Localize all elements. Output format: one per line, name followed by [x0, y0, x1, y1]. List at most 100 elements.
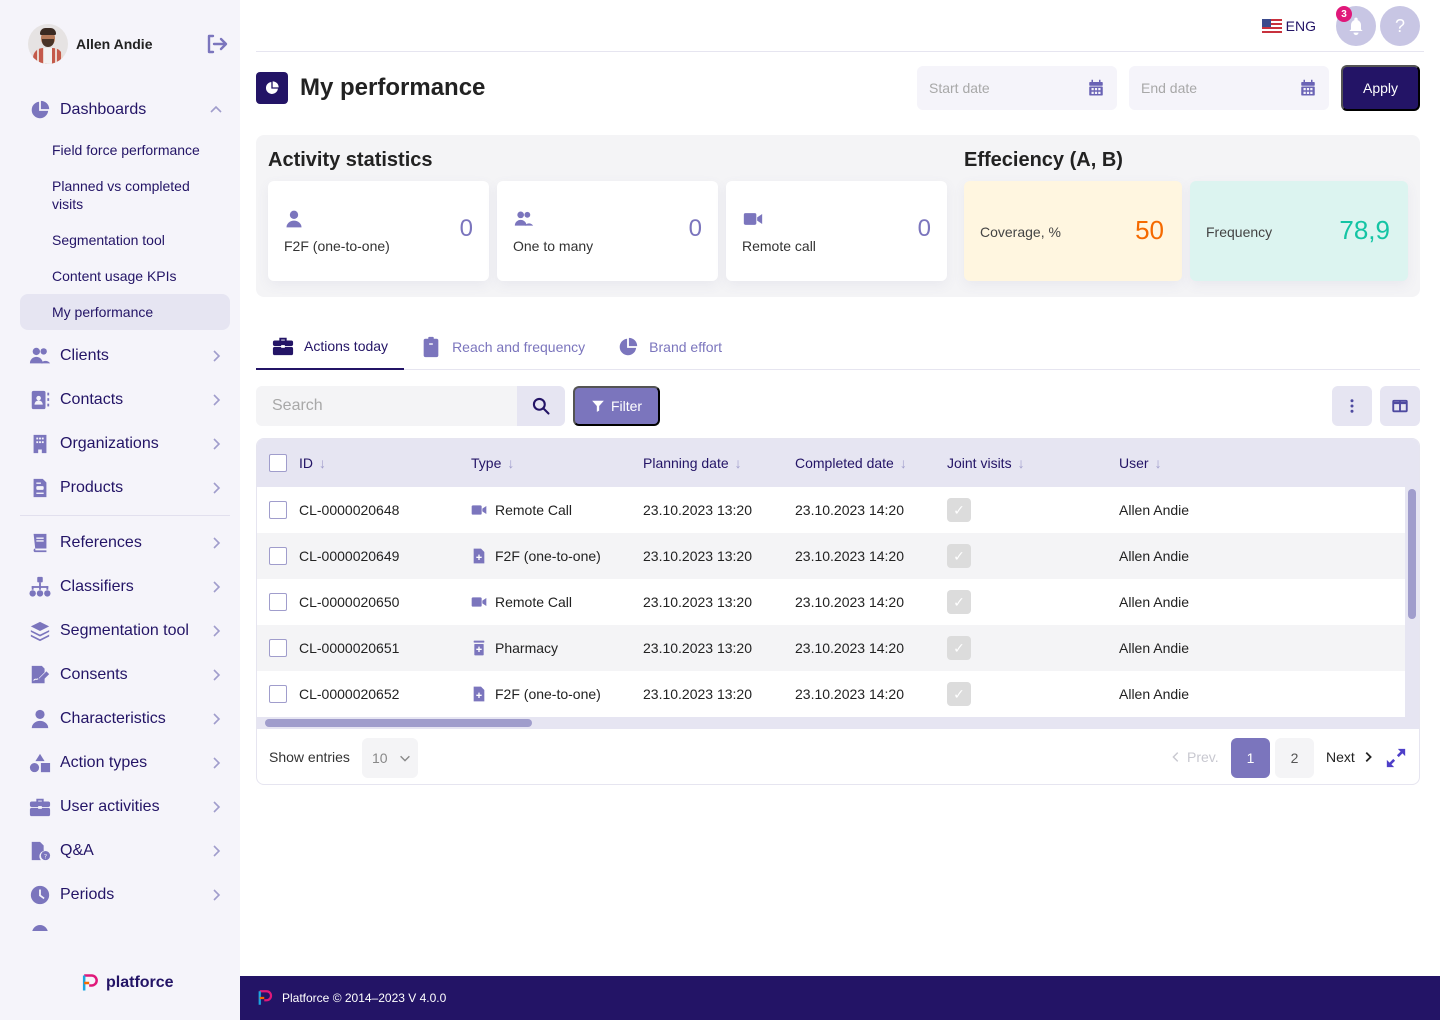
cell-user: Allen Andie — [1119, 548, 1190, 564]
users-icon — [28, 344, 52, 368]
avatar[interactable] — [28, 24, 68, 64]
chevron-up-icon[interactable] — [208, 102, 224, 118]
chevron-right-icon — [208, 799, 224, 815]
sidebar-item-action-types[interactable]: Action types — [20, 741, 230, 785]
cell-completed-date: 23.10.2023 14:20 — [795, 640, 904, 656]
search-input[interactable] — [256, 386, 517, 426]
signature-icon — [28, 663, 52, 687]
sidebar-item-user-activities[interactable]: User activities — [20, 785, 230, 829]
cell-user: Allen Andie — [1119, 686, 1190, 702]
platforce-logo-icon — [82, 974, 98, 991]
row-checkbox[interactable] — [269, 639, 287, 657]
column-header-completed-date[interactable]: Completed date ↓ — [795, 455, 907, 471]
table-footer: Show entries 10 Prev. 1 2 Next — [257, 729, 1419, 784]
more-options-button[interactable] — [1332, 386, 1372, 426]
table-row[interactable]: CL-0000020652 F2F (one-to-one) 23.10.202… — [257, 671, 1419, 717]
table-row[interactable]: CL-0000020648 Remote Call 23.10.2023 13:… — [257, 487, 1419, 533]
help-button[interactable]: ? — [1380, 6, 1420, 46]
sidebar-item-products[interactable]: Products — [20, 466, 230, 510]
cell-joint-visits: ✓ — [947, 533, 971, 579]
apply-button[interactable]: Apply — [1341, 65, 1420, 111]
sidebar-item-dashboards[interactable]: Dashboards — [20, 88, 230, 132]
sidebar-item-classifiers[interactable]: Classifiers — [20, 565, 230, 609]
column-header-type[interactable]: Type ↓ — [471, 455, 514, 471]
sidebar-subitem-field-force-performance[interactable]: Field force performance — [20, 132, 230, 168]
sort-down-icon: ↓ — [1017, 455, 1025, 471]
column-header-joint-visits[interactable]: Joint visits ↓ — [947, 455, 1025, 471]
vertical-scrollbar-thumb[interactable] — [1408, 489, 1416, 619]
prev-page-button[interactable]: Prev. — [1169, 749, 1219, 765]
user-icon — [284, 209, 306, 229]
expand-icon[interactable] — [1385, 747, 1407, 769]
chevron-down-icon — [399, 755, 410, 762]
platforce-logo: platforce — [80, 972, 174, 994]
row-checkbox[interactable] — [269, 685, 287, 703]
stat-value: 0 — [688, 215, 702, 242]
sidebar-item-clients[interactable]: Clients — [20, 334, 230, 378]
row-checkbox[interactable] — [269, 501, 287, 519]
efficiency-card-frequency: Frequency 78,9 — [1190, 181, 1408, 281]
horizontal-scrollbar-thumb[interactable] — [265, 719, 532, 727]
stats-panel: Activity statistics F2F (one-to-one) 0 O… — [256, 135, 1420, 297]
tab-reach-and-frequency[interactable]: Reach and frequency — [404, 324, 601, 370]
activity-statistics-title: Activity statistics — [268, 149, 433, 171]
start-date-input[interactable]: Start date — [917, 66, 1117, 110]
sidebar-item-qa[interactable]: ? Q&A — [20, 829, 230, 873]
briefcase-icon — [28, 795, 52, 819]
sidebar-subitem-segmentation-tool[interactable]: Segmentation tool — [20, 222, 230, 258]
product-doc-icon — [28, 476, 52, 500]
sidebar-item-references[interactable]: References — [20, 521, 230, 565]
column-header-id[interactable]: ID ↓ — [299, 455, 326, 471]
language-selector[interactable]: ENG — [1261, 18, 1316, 34]
cell-completed-date: 23.10.2023 14:20 — [795, 594, 904, 610]
joint-visit-checkbox-checked: ✓ — [947, 544, 971, 568]
calendar-icon[interactable] — [1087, 79, 1105, 97]
joint-visit-checkbox-checked: ✓ — [947, 498, 971, 522]
sidebar-item-organizations[interactable]: Organizations — [20, 422, 230, 466]
end-date-input[interactable]: End date — [1129, 66, 1329, 110]
columns-button[interactable] — [1380, 386, 1420, 426]
search-button[interactable] — [517, 386, 565, 426]
cell-id: CL-0000020648 — [299, 502, 400, 518]
video-icon — [471, 594, 487, 610]
tabs: Actions today Reach and frequency Brand … — [256, 324, 1420, 370]
sidebar-item-segmentation-tool[interactable]: Segmentation tool — [20, 609, 230, 653]
table-row[interactable]: CL-0000020650 Remote Call 23.10.2023 13:… — [257, 579, 1419, 625]
sidebar-item-consents[interactable]: Consents — [20, 653, 230, 697]
page-button-1[interactable]: 1 — [1231, 738, 1270, 778]
cell-type: Remote Call — [471, 487, 572, 533]
platforce-logo-icon — [258, 990, 273, 1005]
sidebar-subitem-planned-vs-completed[interactable]: Planned vs completed visits — [20, 168, 230, 222]
table-row[interactable]: CL-0000020651 Pharmacy 23.10.2023 13:20 … — [257, 625, 1419, 671]
chevron-right-icon — [208, 755, 224, 771]
calendar-icon[interactable] — [1299, 79, 1317, 97]
select-all-checkbox[interactable] — [269, 454, 287, 472]
cell-completed-date: 23.10.2023 14:20 — [795, 502, 904, 518]
tab-brand-effort[interactable]: Brand effort — [601, 324, 738, 370]
filter-button[interactable]: Filter — [573, 386, 660, 426]
pharmacy-icon — [471, 640, 487, 656]
chevron-right-icon — [208, 535, 224, 551]
logout-icon[interactable] — [204, 32, 228, 56]
layers-icon — [28, 619, 52, 643]
sidebar-subitem-content-usage-kpis[interactable]: Content usage KPIs — [20, 258, 230, 294]
column-header-planning-date[interactable]: Planning date ↓ — [643, 455, 742, 471]
table-row[interactable]: CL-0000020649 F2F (one-to-one) 23.10.202… — [257, 533, 1419, 579]
chevron-right-icon — [208, 579, 224, 595]
sidebar-item-contacts[interactable]: Contacts — [20, 378, 230, 422]
sidebar-item-periods[interactable]: Periods — [20, 873, 230, 917]
column-header-user[interactable]: User ↓ — [1119, 455, 1162, 471]
entries-select[interactable]: 10 — [362, 738, 418, 778]
row-checkbox[interactable] — [269, 547, 287, 565]
cell-planning-date: 23.10.2023 13:20 — [643, 502, 752, 518]
file-plus-icon — [471, 548, 487, 564]
page-button-2[interactable]: 2 — [1275, 738, 1314, 778]
tab-actions-today[interactable]: Actions today — [256, 324, 405, 370]
next-page-button[interactable]: Next — [1326, 749, 1375, 765]
row-checkbox[interactable] — [269, 593, 287, 611]
filter-icon — [592, 400, 604, 412]
cell-planning-date: 23.10.2023 13:20 — [643, 594, 752, 610]
sidebar-item-characteristics[interactable]: Characteristics — [20, 697, 230, 741]
topbar: ENG ? — [256, 0, 1424, 52]
sidebar-subitem-my-performance[interactable]: My performance — [20, 294, 230, 330]
